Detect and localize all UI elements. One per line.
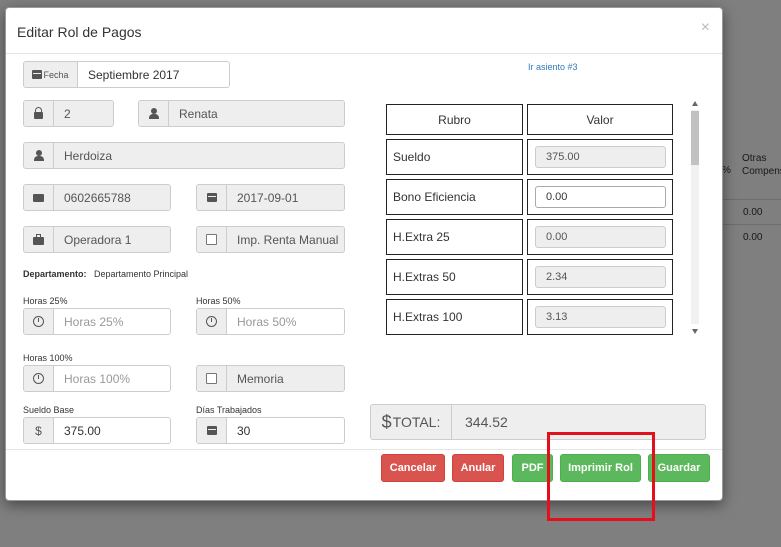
clock-icon [33,316,44,327]
lock-icon [34,107,43,119]
total-label-text: TOTAL: [392,414,441,430]
apellido-group: Herdoiza [23,142,345,169]
table-row-rubro: Sueldo [386,139,523,175]
horas50-group: Horas 50% [196,308,345,335]
total-label: $ TOTAL: [371,405,452,439]
dias-label: Días Trabajados [196,405,262,415]
dias-addon [197,418,227,443]
nombre-field[interactable]: Renata [169,101,344,126]
memoria-label: Memoria [227,366,344,391]
nombre-addon [139,101,169,126]
id-group: 2 [23,100,114,127]
cedula-field[interactable]: 0602665788 [54,185,170,210]
horas100-addon [24,366,54,391]
sueldo-value-input[interactable]: 375.00 [535,146,666,168]
cargo-addon [24,227,54,252]
clock-icon [33,373,44,384]
horas50-input[interactable]: Horas 50% [227,309,344,334]
departamento-label: Departamento: [23,269,87,279]
departamento-value: Departamento Principal [94,269,189,279]
id-addon [24,101,54,126]
total-group: $ TOTAL: 344.52 [370,404,706,440]
calendar-icon [32,70,43,79]
table-row-rubro: Bono Eficiencia [386,179,523,215]
horas100-group: Horas 100% [23,365,171,392]
memoria-checkbox[interactable] [206,373,217,384]
sueldo-base-input[interactable]: 375.00 [54,418,170,443]
fecha-label: Fecha [43,69,69,80]
cargo-group: Operadora 1 [23,226,171,253]
fecha-select[interactable]: Septiembre 2017 [78,62,229,87]
id-field[interactable]: 2 [54,101,113,126]
fecha-addon: Fecha [24,62,78,87]
sueldo-base-label: Sueldo Base [23,405,75,415]
imp-renta-label: Imp. Renta Manual [227,227,344,252]
horas100-input[interactable]: Horas 100% [54,366,170,391]
horas100-label: Horas 100% [23,353,73,363]
horas50-label: Horas 50% [196,296,241,306]
table-row-rubro: H.Extra 25 [386,219,523,255]
clock-icon [206,316,217,327]
hextras100-value-input[interactable]: 3.13 [535,306,666,328]
imp-renta-addon [197,227,227,252]
user-icon [33,150,44,161]
horas25-group: Horas 25% [23,308,171,335]
bono-eficiencia-input[interactable]: 0.00 [535,186,666,208]
horas25-addon [24,309,54,334]
calendar-icon [206,193,217,202]
fecha-ingreso-addon [197,185,227,210]
table-row-rubro: H.Extras 50 [386,259,523,295]
scroll-down-icon[interactable] [692,329,698,334]
table-header-valor: Valor [527,104,673,135]
close-icon[interactable]: × [701,19,710,37]
dollar-icon: $ [381,411,392,432]
imp-renta-checkbox[interactable] [206,234,217,245]
anular-button[interactable]: Anular [452,454,504,482]
cancelar-button[interactable]: Cancelar [381,454,445,482]
imp-renta-group: Imp. Renta Manual [196,226,345,253]
scrollbar-thumb[interactable] [691,111,699,165]
hextra25-value-input[interactable]: 0.00 [535,226,666,248]
hextras50-value-input[interactable]: 2.34 [535,266,666,288]
horas25-label: Horas 25% [23,296,68,306]
id-card-icon [33,193,44,202]
highlight-box [547,432,655,521]
dollar-icon: $ [35,423,42,438]
modal-header: Editar Rol de Pagos × [6,8,722,54]
apellido-field[interactable]: Herdoiza [54,143,344,168]
dias-input[interactable]: 30 [227,418,344,443]
scroll-up-icon[interactable] [692,101,698,106]
table-scrollbar[interactable] [690,98,700,338]
horas50-addon [197,309,227,334]
cedula-group: 0602665788 [23,184,171,211]
ir-asiento-link[interactable]: Ir asiento #3 [528,62,578,72]
horas25-input[interactable]: Horas 25% [54,309,170,334]
cargo-field[interactable]: Operadora 1 [54,227,170,252]
nombre-group: Renata [138,100,345,127]
apellido-addon [24,143,54,168]
user-icon [148,108,159,119]
calendar-icon [206,426,217,435]
fecha-ingreso-group: 2017-09-01 [196,184,345,211]
sueldo-base-group: $ 375.00 [23,417,171,444]
briefcase-icon [33,234,44,245]
memoria-group: Memoria [196,365,345,392]
fecha-ingreso-field[interactable]: 2017-09-01 [227,185,344,210]
edit-payroll-modal: Editar Rol de Pagos × Fecha Septiembre 2… [5,7,723,501]
table-header-rubro: Rubro [386,104,523,135]
table-row-rubro: H.Extras 100 [386,299,523,335]
guardar-button[interactable]: Guardar [648,454,710,482]
modal-title: Editar Rol de Pagos [17,24,142,40]
memoria-addon [197,366,227,391]
sueldo-addon: $ [24,418,54,443]
dias-group: 30 [196,417,345,444]
cedula-addon [24,185,54,210]
fecha-group: Fecha Septiembre 2017 [23,61,230,88]
